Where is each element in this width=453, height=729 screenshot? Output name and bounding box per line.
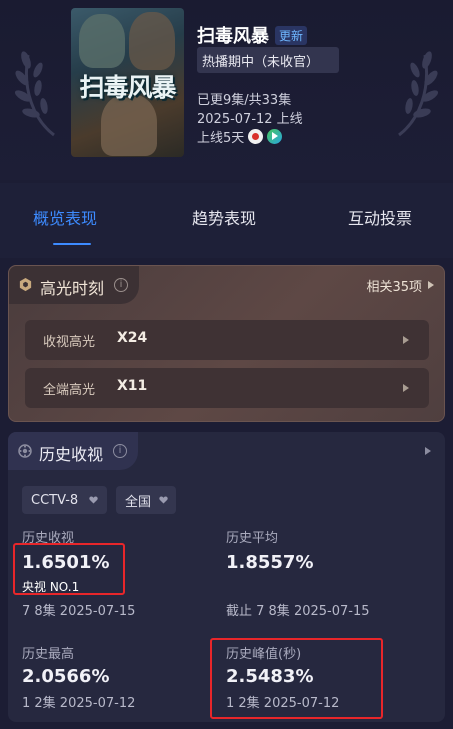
tab-bar: 概览表现 趋势表现 互动投票 <box>0 183 453 258</box>
update-badge: 更新 <box>275 25 308 45</box>
annotation-box <box>13 543 125 595</box>
stat-label: 历史最高 <box>22 647 75 662</box>
settings-icon <box>18 444 32 458</box>
laurel-left-icon <box>14 51 55 137</box>
poster-title: 扫毒风暴 <box>79 73 176 102</box>
title-row: 扫毒风暴 更新 <box>197 22 308 48</box>
poster-figure <box>129 12 175 70</box>
episode-count: 已更9集/共33集 <box>197 93 292 108</box>
stat-value: 2.0566% <box>22 666 110 687</box>
tab-voting[interactable]: 互动投票 <box>348 205 412 229</box>
info-icon[interactable]: i <box>113 444 127 458</box>
highlight-row-ratings[interactable]: 收视高光 X24 <box>25 320 429 360</box>
stat-episode-date: 截止 7 8集 2025-07-15 <box>226 604 370 619</box>
arrow-right-icon[interactable] <box>425 447 431 455</box>
highlight-label: 收视高光 <box>43 335 96 350</box>
highlight-value: X24 <box>117 330 148 346</box>
laurel-right-icon <box>398 51 439 137</box>
highlight-row-all-platform[interactable]: 全端高光 X11 <box>25 368 429 408</box>
highlight-label: 全端高光 <box>43 383 96 398</box>
region-value: 全国 <box>125 494 152 510</box>
stat-episode-date: 7 8集 2025-07-15 <box>22 604 136 619</box>
release-date: 2025-07-12 上线 <box>197 112 303 127</box>
dropdown-heart-icon <box>159 496 168 504</box>
history-title: 历史收视 <box>39 445 104 464</box>
airing-status: 热播期中（未收官） <box>197 47 339 73</box>
cctv-icon[interactable] <box>248 129 264 144</box>
hexagon-icon <box>19 277 32 292</box>
arrow-right-icon[interactable] <box>428 281 434 289</box>
annotation-box <box>210 638 383 719</box>
tab-trends[interactable]: 趋势表现 <box>192 205 256 229</box>
active-tab-indicator <box>53 243 91 245</box>
show-poster[interactable]: 扫毒风暴 <box>71 8 184 157</box>
highlights-card: 高光时刻 i 相关35项 收视高光 X24 全端高光 X11 <box>8 265 445 422</box>
region-dropdown[interactable]: 全国 <box>116 486 176 514</box>
stat-label: 历史平均 <box>226 531 279 546</box>
highlights-header[interactable]: 高光时刻 i 相关35项 <box>9 266 446 304</box>
arrow-right-icon <box>403 336 409 344</box>
poster-figure <box>79 14 125 68</box>
stat-episode-date: 1 2集 2025-07-12 <box>22 696 136 711</box>
days-online-row: 上线5天 <box>197 127 283 146</box>
play-icon[interactable] <box>267 129 283 144</box>
arrow-right-icon <box>403 384 409 392</box>
days-online: 上线5天 <box>197 131 245 146</box>
highlights-title: 高光时刻 <box>40 279 105 298</box>
channel-value: CCTV-8 <box>31 492 79 508</box>
show-header: 扫毒风暴 扫毒风暴 更新 热播期中（未收官） 已更9集/共33集 2025-07… <box>0 0 453 180</box>
history-ratings-card: 历史收视 i CCTV-8 全国 历史收视 1.6501% 央视 NO.1 7 … <box>8 432 445 722</box>
highlight-value: X11 <box>117 378 148 394</box>
related-count-link[interactable]: 相关35项 <box>366 276 422 295</box>
stat-value: 1.8557% <box>226 552 314 573</box>
info-icon[interactable]: i <box>114 278 128 292</box>
tab-overview[interactable]: 概览表现 <box>33 205 97 229</box>
dropdown-heart-icon <box>89 496 98 504</box>
show-title: 扫毒风暴 <box>197 26 269 47</box>
channel-dropdown[interactable]: CCTV-8 <box>22 486 107 514</box>
